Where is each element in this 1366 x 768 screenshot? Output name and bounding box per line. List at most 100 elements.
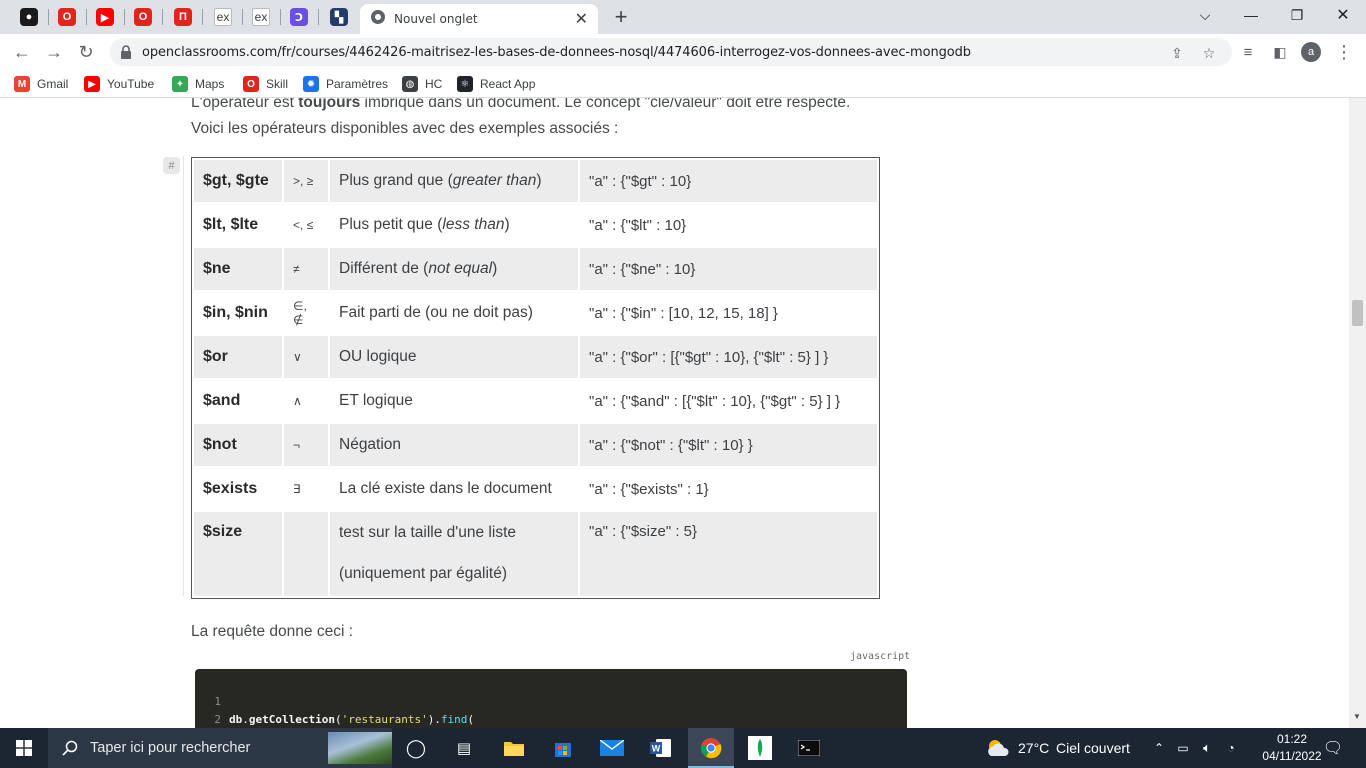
anchor-link-icon[interactable]: # <box>163 157 180 174</box>
avatar[interactable]: a <box>1301 42 1321 62</box>
table-row: $ne ≠ Différent de (not equal) "a" : {"$ne"… <box>194 248 877 290</box>
operator-cell: $and <box>194 380 282 422</box>
intro-bold: toujours <box>298 98 361 111</box>
reload-button[interactable]: ↻ <box>74 40 98 64</box>
result-caption: La requête donne ceci : <box>191 623 354 640</box>
pinned-tab[interactable]: ▚ <box>320 4 358 30</box>
weather-cloud-icon[interactable] <box>984 728 1012 768</box>
table-row: $gt, $gte >, ≥ Plus grand que (greater tha… <box>194 160 877 202</box>
operator-cell: $ne <box>194 248 282 290</box>
tab-separator <box>202 9 203 25</box>
address-bar[interactable]: openclassrooms.com/fr/courses/4462426-ma… <box>110 38 1232 66</box>
share-icon[interactable]: ⇪ <box>1168 44 1186 62</box>
example-cell: "a" : {"$lt" : 10} <box>580 204 877 246</box>
bookmark-gmail[interactable]: M Gmail <box>14 76 68 92</box>
notification-icon[interactable]: 🗨︎ <box>1322 728 1344 768</box>
gear-icon: ✹ <box>303 76 319 92</box>
mongodb-leaf-icon: ● <box>20 8 38 26</box>
table-row: $in, $nin ∈, ∉ Fait parti de (ou ne doit p… <box>194 292 877 334</box>
operator-cell: $size <box>194 512 282 596</box>
bookmark-star-icon[interactable]: ☆ <box>1200 44 1218 62</box>
minimize-button[interactable]: — <box>1228 0 1274 30</box>
forward-button[interactable]: → <box>42 40 66 64</box>
tab-active[interactable]: Nouvel onglet ✕ <box>360 4 598 34</box>
pinned-tab[interactable]: Ↄ <box>280 4 318 30</box>
page-scrollbar[interactable]: ▼ <box>1349 98 1366 728</box>
weather-description[interactable]: Ciel couvert <box>1056 740 1130 756</box>
tab-strip: ● O ▶ O Пex ex Ↄ ▚ Nouvel onglet ✕ + ⌵ — ❐ ✕ <box>0 0 1366 34</box>
file-explorer-icon[interactable] <box>494 728 534 768</box>
pinned-tab[interactable]: ex <box>204 4 242 30</box>
chrome-taskbar-icon[interactable] <box>688 728 734 768</box>
purple-d-icon: Ↄ <box>290 8 308 26</box>
scroll-down-arrow[interactable]: ▼ <box>1353 712 1361 721</box>
ex-icon: ex <box>214 8 232 26</box>
code-line: 1 db.getCollection('restaurants').find( <box>195 675 907 726</box>
chevron-up-icon[interactable]: ⌃ <box>1150 728 1168 768</box>
tab-separator <box>318 9 319 25</box>
bookmark-param-tres[interactable]: ✹ Paramètres <box>303 76 388 92</box>
pinned-tab[interactable]: П <box>164 4 202 30</box>
pinned-tab[interactable]: O <box>48 4 86 30</box>
bookmark-hc[interactable]: ◍ HC <box>402 76 442 92</box>
bookmark-maps[interactable]: ✦ Maps <box>172 76 224 92</box>
table-row: $or ∨ OU logique "a" : {"$or" : [{"$gt" : 1… <box>194 336 877 378</box>
terminal-icon[interactable] <box>789 728 829 768</box>
code-block[interactable]: 1 db.getCollection('restaurants').find( … <box>195 669 907 728</box>
symbol-cell: ∨ <box>284 336 328 378</box>
maps-icon: ✦ <box>172 76 188 92</box>
taskbar-search[interactable]: Taper ici pour rechercher <box>48 728 392 768</box>
tab-title: Nouvel onglet <box>394 12 478 26</box>
store-icon[interactable] <box>543 728 583 768</box>
description-cell: Négation <box>330 424 578 466</box>
tab-search-icon[interactable]: ⌵ <box>1182 0 1228 30</box>
menu-icon[interactable]: ⋮ <box>1332 40 1356 64</box>
operator-cell: $gt, $gte <box>194 160 282 202</box>
media-control-icon[interactable]: ≡ <box>1236 40 1260 64</box>
search-placeholder: Taper ici pour rechercher <box>90 740 251 756</box>
operator-cell: $not <box>194 424 282 466</box>
close-tab-icon[interactable]: ✕ <box>575 9 588 29</box>
search-icon <box>62 740 78 756</box>
pinned-tab[interactable]: O <box>124 4 162 30</box>
taskbar-clock[interactable]: 01:22 04/11/2022 <box>1262 731 1322 765</box>
symbol-cell: <, ≤ <box>284 204 328 246</box>
dashboard-icon: ▚ <box>330 8 348 26</box>
mongodb-compass-icon[interactable] <box>740 728 780 768</box>
bookmark-label: HC <box>425 77 443 91</box>
close-window-button[interactable]: ✕ <box>1320 0 1366 30</box>
bookmark-youtube[interactable]: ▶ YouTube <box>84 76 154 92</box>
scroll-thumb[interactable] <box>1352 300 1363 326</box>
widgets-icon[interactable]: ▤ <box>444 728 484 768</box>
volume-icon[interactable]: 🔈︎ <box>1197 728 1217 768</box>
youtube-icon: ▶ <box>84 76 100 92</box>
task-view-icon[interactable]: ◯ <box>396 728 436 768</box>
word-icon[interactable]: W <box>641 728 681 768</box>
react-icon: ⚛ <box>457 76 473 92</box>
code-line: 2 {"borough":"Manhattan", <box>195 693 907 726</box>
table-margin-line <box>183 156 184 596</box>
bookmark-label: Skill <box>266 77 289 91</box>
bookmark-react-app[interactable]: ⚛ React App <box>457 76 535 92</box>
example-cell: "a" : {"$ne" : 10} <box>580 248 877 290</box>
restore-button[interactable]: ❐ <box>1274 0 1320 30</box>
bookmark-label: YouTube <box>107 77 155 91</box>
windows-start-button[interactable] <box>0 728 48 768</box>
bookmark-skill[interactable]: O Skill <box>243 76 288 92</box>
operator-cell: $exists <box>194 468 282 510</box>
windows-logo-icon <box>16 740 32 756</box>
wifi-icon[interactable]: ◔ <box>1221 728 1241 768</box>
pinned-tab[interactable]: ex <box>242 4 280 30</box>
new-tab-button[interactable]: + <box>608 4 634 30</box>
code-line: 3 "grades.score":{$lt : 10} <box>195 711 907 728</box>
example-cell: "a" : {"$size" : 5} <box>580 512 877 596</box>
description-cell: ET logique <box>330 380 578 422</box>
mail-icon[interactable] <box>592 728 632 768</box>
pinned-tab[interactable]: ● <box>10 4 48 30</box>
back-button[interactable]: ← <box>10 40 34 64</box>
battery-icon[interactable]: ▭ <box>1173 728 1193 768</box>
table-row: $lt, $lte <, ≤ Plus petit que (less than) "… <box>194 204 877 246</box>
pinned-tab[interactable]: ▶ <box>86 4 124 30</box>
symbol-cell: ∧ <box>284 380 328 422</box>
side-panel-icon[interactable]: ◧ <box>1268 40 1292 64</box>
